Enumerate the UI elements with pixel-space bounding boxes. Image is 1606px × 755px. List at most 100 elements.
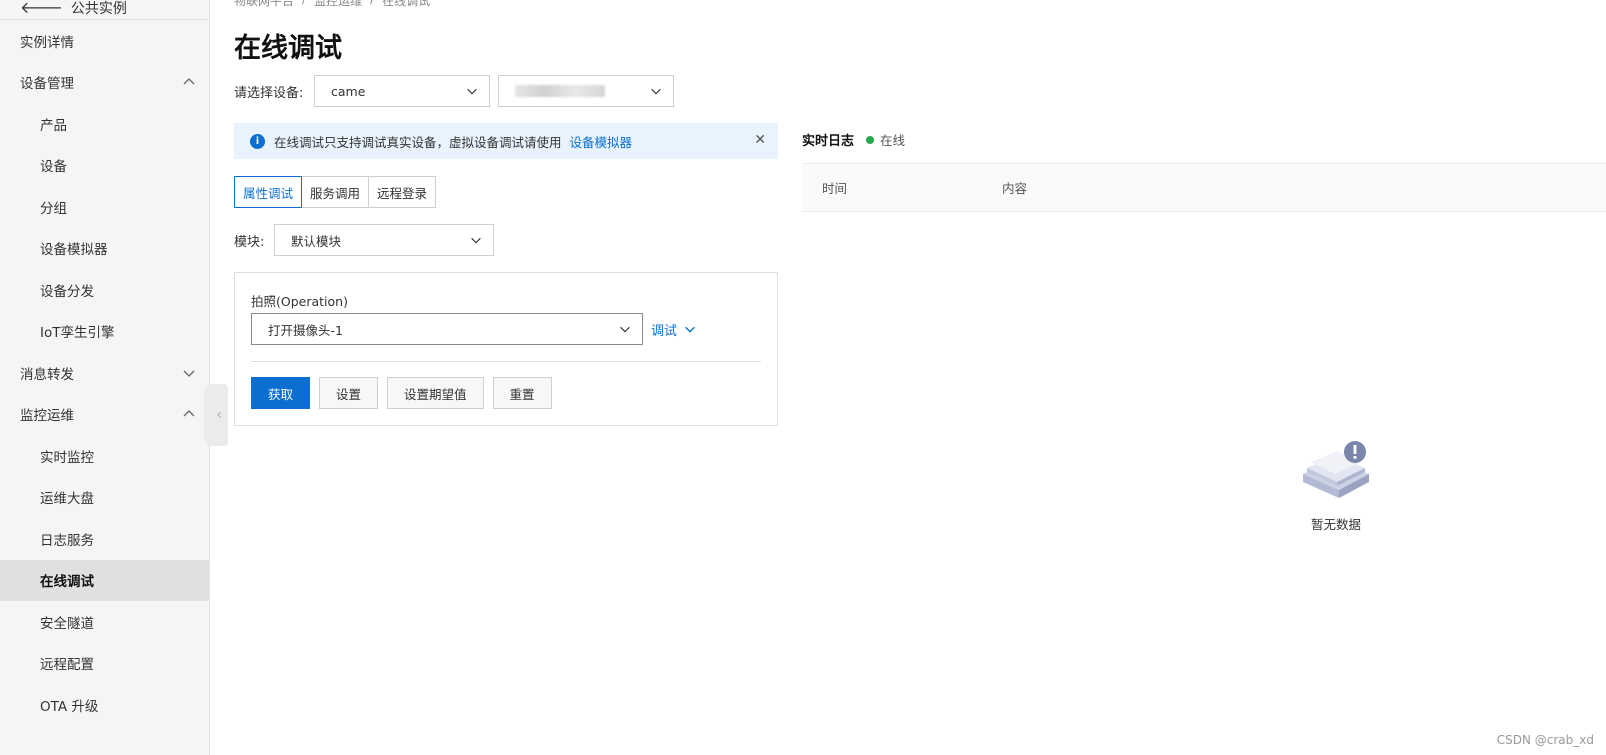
sidebar: 🡐 公共实例 实例详情设备管理产品设备分组设备模拟器设备分发 IoT孪生引擎消息转…: [0, 0, 210, 755]
sidebar-item-label: 安全隧道: [40, 615, 94, 632]
device-simulator-link[interactable]: 设备模拟器: [570, 132, 633, 151]
column-time: 时间: [822, 181, 848, 196]
sidebar-item[interactable]: 设备模拟器: [0, 228, 209, 270]
breadcrumb-item[interactable]: 物联网平台: [234, 0, 294, 9]
sidebar-item[interactable]: 远程配置: [0, 643, 209, 685]
module-select-value: 默认模块: [291, 233, 342, 249]
device-select-row: 请选择设备: came: [234, 75, 674, 107]
chevron-up-icon: [181, 406, 197, 422]
module-label: 模块:: [234, 234, 265, 250]
chevron-left-icon: ‹: [216, 407, 222, 423]
arrow-left-icon: 🡐: [20, 0, 63, 17]
sidebar-item[interactable]: 日志服务: [0, 518, 209, 560]
watermark: CSDN @crab_xd: [1496, 733, 1594, 747]
sidebar-item[interactable]: 产品: [0, 103, 209, 145]
sidebar-item-label: OTA 升级: [40, 698, 99, 715]
online-status-dot: [866, 135, 875, 144]
module-select[interactable]: 默认模块: [274, 224, 494, 256]
reset-button[interactable]: 重置: [492, 377, 552, 409]
sidebar-item-label: 设备分发: [40, 283, 94, 300]
set-expected-value-button[interactable]: 设置期望值: [387, 377, 484, 409]
sidebar-item[interactable]: 实例详情: [0, 20, 209, 62]
sidebar-item[interactable]: 安全隧道: [0, 601, 209, 643]
sidebar-item[interactable]: 监控运维: [0, 394, 209, 436]
online-status: 在线: [880, 133, 906, 148]
debug-label: 调试: [651, 323, 678, 339]
column-content: 内容: [1002, 181, 1028, 196]
sidebar-item-label: 实例详情: [20, 34, 74, 51]
set-button[interactable]: 设置: [319, 377, 379, 409]
sidebar-item-label: 消息转发: [20, 366, 74, 383]
operation-buttons: 获取 设置 设置期望值 重置: [251, 377, 552, 409]
get-button[interactable]: 获取: [251, 377, 311, 409]
sidebar-item-label: 日志服务: [40, 532, 94, 549]
sidebar-item-label: 监控运维: [20, 408, 74, 425]
sidebar-item[interactable]: 设备分发: [0, 269, 209, 311]
product-select[interactable]: came: [314, 75, 490, 107]
operation-select-value: 打开摄像头-1: [268, 322, 343, 338]
operation-select[interactable]: 打开摄像头-1: [251, 313, 643, 345]
tab-property-debug[interactable]: 属性调试: [234, 176, 303, 208]
sidebar-item[interactable]: OTA 升级: [0, 684, 209, 726]
operation-card: 拍照(Operation) 打开摄像头-1 调试 获取 设置 设置期望值 重置: [234, 272, 778, 426]
main-content: 物联网平台 / 监控运维 / 在线调试 在线调试 请选择设备: came i 在…: [234, 0, 1606, 755]
sidebar-item-label: 实时监控: [40, 449, 94, 466]
chevron-down-icon: [181, 365, 197, 381]
chevron-down-icon: [465, 84, 479, 98]
sidebar-item-label: 设备: [40, 159, 67, 176]
sidebar-collapse-handle[interactable]: ‹: [204, 384, 228, 446]
module-row: 模块: 默认模块: [234, 224, 494, 256]
sidebar-item[interactable]: 设备: [0, 145, 209, 187]
info-icon: i: [250, 133, 265, 149]
sidebar-item[interactable]: IoT孪生引擎: [0, 311, 209, 353]
breadcrumb-item[interactable]: 监控运维: [314, 0, 362, 9]
chevron-up-icon: [181, 74, 197, 90]
sidebar-item-label: 运维大盘: [40, 491, 94, 508]
notice-banner: i 在线调试只支持调试真实设备，虚拟设备调试请使用 设备模拟器 ✕: [234, 123, 778, 159]
sidebar-item[interactable]: 在线调试: [0, 559, 209, 601]
breadcrumb: 物联网平台 / 监控运维 / 在线调试: [234, 0, 430, 9]
device-select-label: 请选择设备:: [234, 85, 304, 101]
empty-data-icon: [1303, 441, 1369, 498]
device-name-redacted: [515, 85, 605, 97]
debug-toggle[interactable]: 调试: [651, 320, 697, 339]
tab-service-call[interactable]: 服务调用: [301, 176, 370, 208]
breadcrumb-separator: /: [302, 0, 306, 9]
close-icon[interactable]: ✕: [754, 132, 766, 148]
sidebar-item-label: 在线调试: [40, 574, 94, 591]
operation-title: 拍照(Operation): [251, 294, 348, 309]
operation-row: 打开摄像头-1 调试: [251, 313, 697, 345]
log-table-header: 时间 内容: [802, 163, 1606, 212]
chevron-down-icon: [469, 233, 483, 247]
log-title: 实时日志: [802, 134, 855, 149]
sidebar-item[interactable]: 设备管理: [0, 62, 209, 104]
sidebar-item[interactable]: 消息转发: [0, 352, 209, 394]
sidebar-item[interactable]: 运维大盘: [0, 477, 209, 519]
back-to-instances[interactable]: 🡐 公共实例: [0, 0, 209, 20]
debug-tabs: 属性调试 服务调用 远程登录: [234, 176, 437, 208]
sidebar-item-label: 设备模拟器: [40, 242, 108, 259]
log-title-row: 实时日志 在线: [802, 130, 905, 149]
back-label: 公共实例: [70, 0, 127, 17]
sidebar-item[interactable]: 分组: [0, 186, 209, 228]
breadcrumb-separator: /: [370, 0, 374, 9]
device-name-select[interactable]: [498, 75, 674, 107]
product-select-value: came: [331, 83, 366, 99]
breadcrumb-item: 在线调试: [382, 0, 431, 8]
sidebar-item-label: 分组: [40, 200, 67, 217]
sidebar-item-label: 设备管理: [20, 76, 74, 93]
chevron-down-icon: [618, 322, 632, 336]
chevron-down-icon: [649, 84, 663, 98]
notice-text: 在线调试只支持调试真实设备，虚拟设备调试请使用: [274, 134, 562, 150]
sidebar-item-label: 远程配置: [40, 657, 94, 674]
sidebar-item-label: IoT孪生引擎: [40, 325, 115, 342]
empty-state-text: 暂无数据: [1310, 517, 1361, 532]
sidebar-nav: 实例详情设备管理产品设备分组设备模拟器设备分发 IoT孪生引擎消息转发监控运维实时…: [0, 20, 209, 726]
chevron-down-icon: [685, 326, 695, 333]
empty-state: 暂无数据: [1296, 440, 1376, 533]
sidebar-item[interactable]: 实时监控: [0, 435, 209, 477]
divider: [251, 361, 761, 362]
page-title: 在线调试: [234, 33, 342, 64]
sidebar-item-label: 产品: [40, 117, 67, 134]
tab-remote-login[interactable]: 远程登录: [368, 176, 437, 208]
